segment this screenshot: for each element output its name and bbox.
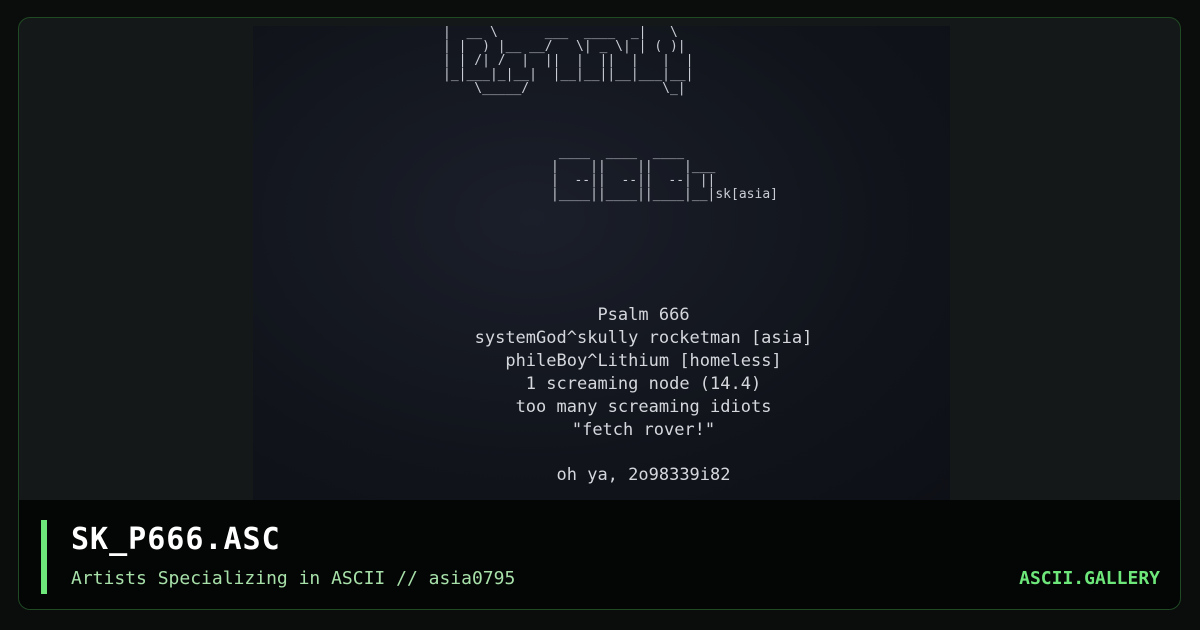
logo2-line: | || || |___ xyxy=(551,159,716,174)
credit-line: systemGod^skully rocketman [asia] xyxy=(474,328,813,348)
logo2-line: ____ ____ ____ xyxy=(551,145,685,160)
logo-line: | | /| / | || | || | | | xyxy=(443,53,694,68)
logo-line: | __ \ ___ ____ _| \ xyxy=(443,26,678,40)
logo-line: \_____/ \_| xyxy=(443,81,686,96)
card-footer: SK_P666.ASC Artists Specializing in ASCI… xyxy=(19,500,1180,609)
ascii-credits: Psalm 666 systemGod^skully rocketman [as… xyxy=(253,304,950,487)
credit-line: oh ya, 2o98339i82 xyxy=(556,465,731,485)
credit-line: Psalm 666 xyxy=(597,305,690,325)
logo2-line: | --|| --|| --| || xyxy=(551,173,716,188)
credit-line: too many screaming idiots xyxy=(515,397,772,417)
accent-bar xyxy=(41,520,47,594)
file-title: SK_P666.ASC xyxy=(71,522,281,557)
site-brand-link[interactable]: ASCII.GALLERY xyxy=(1019,568,1160,589)
artist-subtitle: Artists Specializing in ASCII // asia079… xyxy=(71,568,516,589)
logo2-line: |____||____||____|__|sk[asia] xyxy=(551,187,778,202)
ascii-artwork: | __ \ ___ ____ _| \ | | ) |__ __/ \| _ … xyxy=(253,26,950,506)
credit-spacer xyxy=(253,442,950,464)
logo-line: | | ) |__ __/ \| _ \| | ( )| xyxy=(443,39,686,54)
credit-line: "fetch rover!" xyxy=(571,420,716,440)
logo-line: |_|___|_|__| |__|__||__|___|__| xyxy=(443,67,694,82)
credit-line: 1 screaming node (14.4) xyxy=(525,374,762,394)
credit-line: phileBoy^Lithium [homeless] xyxy=(505,351,782,371)
ascii-logo: | __ \ ___ ____ _| \ | | ) |__ __/ \| _ … xyxy=(443,26,693,96)
card-frame: | __ \ ___ ____ _| \ | | ) |__ __/ \| _ … xyxy=(18,17,1181,610)
ascii-logo-secondary: ____ ____ ____ | || || |___ | --|| --|| … xyxy=(551,146,778,202)
